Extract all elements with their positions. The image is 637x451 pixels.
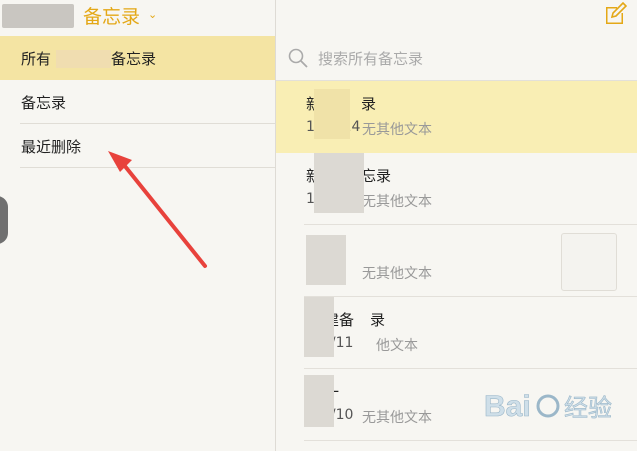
note-thumbnail: [561, 233, 617, 291]
note-item[interactable]: 新忘录 1914 无其他文本: [276, 153, 637, 225]
redaction: [314, 89, 350, 139]
redaction: [314, 153, 364, 213]
folder-recently-deleted[interactable]: 最近删除: [0, 124, 275, 168]
svg-text:经验: 经验: [564, 395, 612, 422]
divider: [20, 167, 275, 168]
folders-title[interactable]: 备忘录: [83, 2, 140, 29]
folder-all-notes[interactable]: 所有 备忘录: [0, 36, 275, 80]
search-input[interactable]: 搜索所有备忘录: [318, 48, 423, 69]
baidu-watermark-logo: Bai 经验: [484, 390, 612, 424]
note-preview: 无其他文本: [362, 266, 432, 282]
search-field[interactable]: 搜索所有备忘录: [288, 46, 588, 70]
svg-text:Bai: Bai: [484, 390, 531, 423]
redaction: [304, 297, 334, 357]
note-preview: 无其他文本: [362, 410, 432, 426]
redaction: [306, 235, 346, 285]
note-item[interactable]: 建备录 2/11 他文本: [276, 297, 637, 369]
divider: [304, 440, 637, 441]
chevron-down-icon[interactable]: ⌄: [148, 8, 157, 21]
redaction: [56, 50, 111, 68]
search-icon: [288, 48, 308, 68]
folder-label: 备忘录: [21, 94, 67, 112]
note-preview: 无其他文本: [362, 194, 432, 210]
account-redaction: [2, 4, 74, 28]
redaction: [304, 375, 334, 427]
folders-panel: 备忘录 ⌄ 所有 备忘录 备忘录 最近删除: [0, 0, 276, 451]
note-item[interactable]: 1 2/ 无其他文本: [276, 225, 637, 297]
note-item[interactable]: 新录 12/14 无其他文本: [276, 81, 637, 153]
note-preview: 无其他文本: [362, 122, 432, 138]
folder-notes[interactable]: 备忘录: [0, 80, 275, 124]
edge-handle[interactable]: [0, 196, 8, 244]
folder-label: 最近删除: [21, 138, 82, 156]
note-preview: 他文本: [376, 338, 418, 354]
compose-icon[interactable]: [603, 2, 627, 26]
